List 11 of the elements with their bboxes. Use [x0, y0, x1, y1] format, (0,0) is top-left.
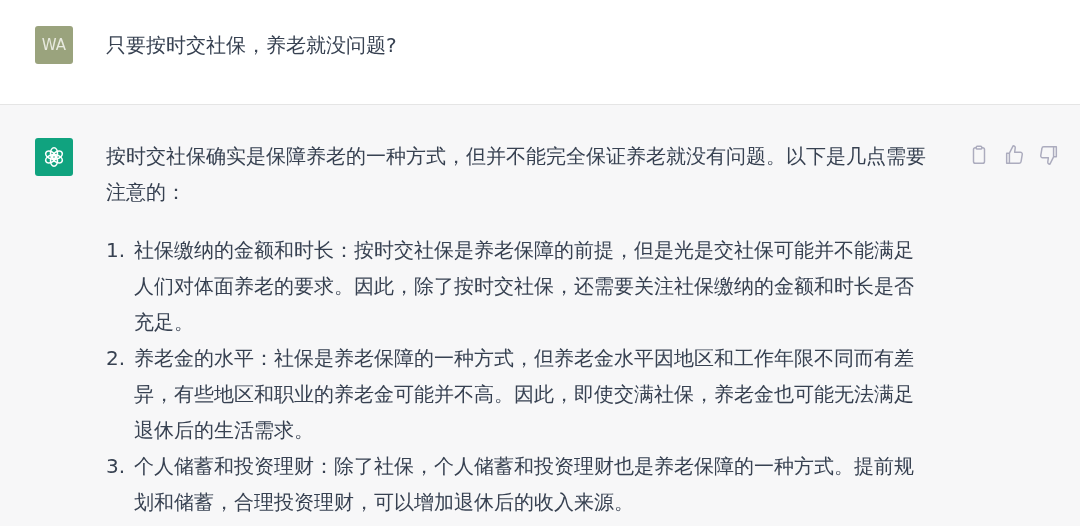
thumbs-down-icon[interactable] [1038, 144, 1060, 166]
list-number: 1. [106, 237, 127, 264]
user-message: 只要按时交社保，养老就没问题? [106, 32, 398, 59]
response-paragraph: 按时交社保确实是保障养老的一种方式，但并不能完全保证养老就没有问题。以下是几点需要注意的： [106, 143, 927, 206]
thumbs-up-icon[interactable] [1003, 144, 1025, 166]
list-item-text: 个人储蓄和投资理财：除了社保，个人储蓄和投资理财也是养老保障的一种方式。提前规划和储蓄，合理投资理财，可以增加退休后的收入来源。 [134, 453, 915, 516]
list-item-text: 养老金的水平：社保是养老保障的一种方式，但养老金水平因地区和工作年限不同而有差异，有些地区和职业的养老金可能并不高。因此，即使交满社保，养老金也可能无法满足退休后的生活需求。 [134, 345, 915, 444]
list-number: 3. [106, 453, 127, 480]
list-item-text: 社保缴纳的金额和时长：按时交社保是养老保障的前提，但是光是交社保可能并不能满足人们对体面养老的要求。因此，除了按时交社保，还需要关注社保缴纳的金额和时长是否充足。 [134, 237, 915, 336]
user-avatar: WA [35, 26, 73, 64]
list-number: 2. [106, 345, 127, 372]
